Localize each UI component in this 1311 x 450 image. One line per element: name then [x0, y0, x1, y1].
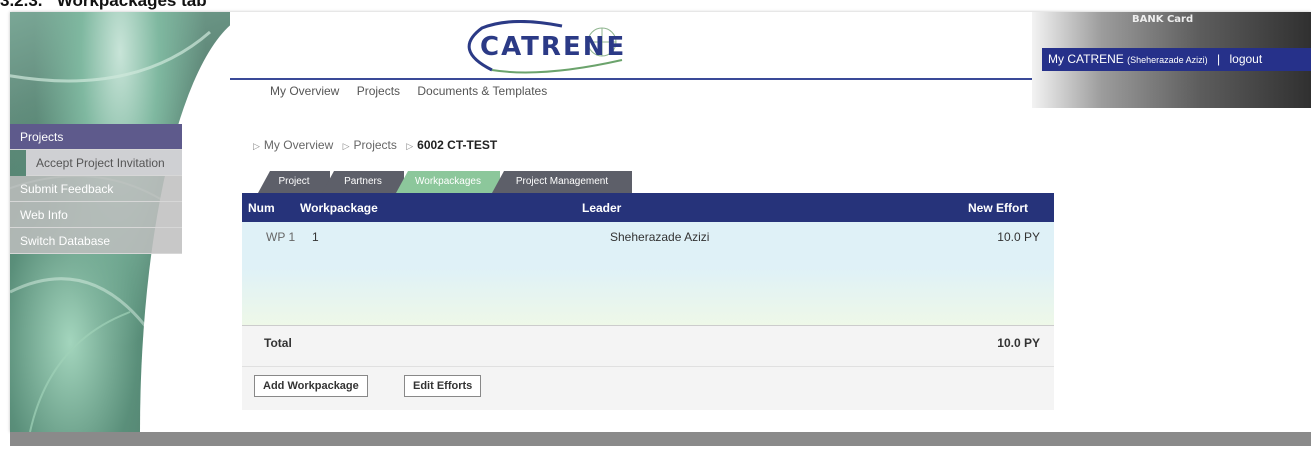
sidebar-item-accept-invitation[interactable]: Accept Project Invitation	[26, 150, 182, 176]
user-bar: My CATRENE (Sheherazade Azizi) | logout	[1042, 48, 1311, 71]
cell-num[interactable]: WP 1	[266, 230, 295, 244]
nav-projects[interactable]: Projects	[357, 84, 400, 98]
edit-efforts-button[interactable]: Edit Efforts	[404, 375, 482, 397]
user-bar-separator: |	[1217, 52, 1221, 66]
breadcrumb-arrow-icon: ▷	[406, 141, 414, 151]
nav-my-overview[interactable]: My Overview	[270, 84, 339, 98]
sidebar-item-web-info[interactable]: Web Info	[10, 202, 182, 228]
logo-text: CATRENE	[480, 32, 627, 62]
add-workpackage-button[interactable]: Add Workpackage	[254, 375, 368, 397]
logout-link[interactable]: logout	[1229, 52, 1262, 66]
app-window: Projects Accept Project Invitation Submi…	[10, 12, 1311, 432]
tab-project-management[interactable]: Project Management	[492, 171, 632, 193]
column-header-new-effort: New Effort	[968, 201, 1028, 215]
table-header: Num Workpackage Leader New Effort	[242, 193, 1054, 222]
bank-card-label: BANK Card	[1132, 14, 1194, 25]
cell-workpackage[interactable]: 1	[312, 230, 319, 244]
table-actions: Add Workpackage Edit Efforts	[242, 366, 1054, 410]
tab-workpackages[interactable]: Workpackages	[396, 171, 500, 193]
table-body: WP 1 1 Sheherazade Azizi 10.0 PY	[242, 222, 1054, 326]
breadcrumb-projects[interactable]: Projects	[354, 138, 397, 152]
user-prefix[interactable]: My CATRENE	[1048, 52, 1124, 66]
sidebar-item-projects[interactable]: Projects	[10, 124, 182, 150]
workpackage-table: Num Workpackage Leader New Effort WP 1 1…	[242, 193, 1054, 410]
column-header-num: Num	[248, 201, 275, 215]
tab-project[interactable]: Project	[258, 171, 330, 193]
breadcrumb-arrow-icon: ▷	[253, 141, 260, 151]
header-divider	[230, 78, 1050, 80]
tab-partners[interactable]: Partners	[322, 171, 404, 193]
user-name: (Sheherazade Azizi)	[1127, 55, 1208, 65]
nav-documents-templates[interactable]: Documents & Templates	[417, 84, 547, 98]
table-row[interactable]: WP 1 1 Sheherazade Azizi 10.0 PY	[242, 222, 1054, 246]
breadcrumb-current: 6002 CT-TEST	[417, 138, 498, 152]
column-header-leader: Leader	[582, 201, 622, 215]
sidebar-item-submit-feedback[interactable]: Submit Feedback	[10, 176, 182, 202]
total-label: Total	[264, 336, 292, 350]
window-bottom-bar	[10, 432, 1311, 446]
top-navigation: My Overview Projects Documents & Templat…	[270, 84, 561, 98]
sidebar: Projects Accept Project Invitation Submi…	[10, 124, 182, 254]
column-header-workpackage: Workpackage	[300, 201, 378, 215]
total-value: 10.0 PY	[997, 336, 1040, 350]
cell-leader: Sheherazade Azizi	[610, 230, 710, 244]
breadcrumb-my-overview[interactable]: My Overview	[264, 138, 333, 152]
sidebar-item-switch-database[interactable]: Switch Database	[10, 228, 182, 254]
breadcrumb-arrow-icon: ▷	[342, 141, 350, 151]
document-heading: 3.2.3. Workpackages tab	[0, 0, 207, 10]
table-total-row: Total 10.0 PY	[242, 326, 1054, 366]
breadcrumb: ▷ My Overview ▷ Projects ▷ 6002 CT-TEST	[253, 138, 503, 152]
cell-new-effort: 10.0 PY	[997, 230, 1040, 244]
